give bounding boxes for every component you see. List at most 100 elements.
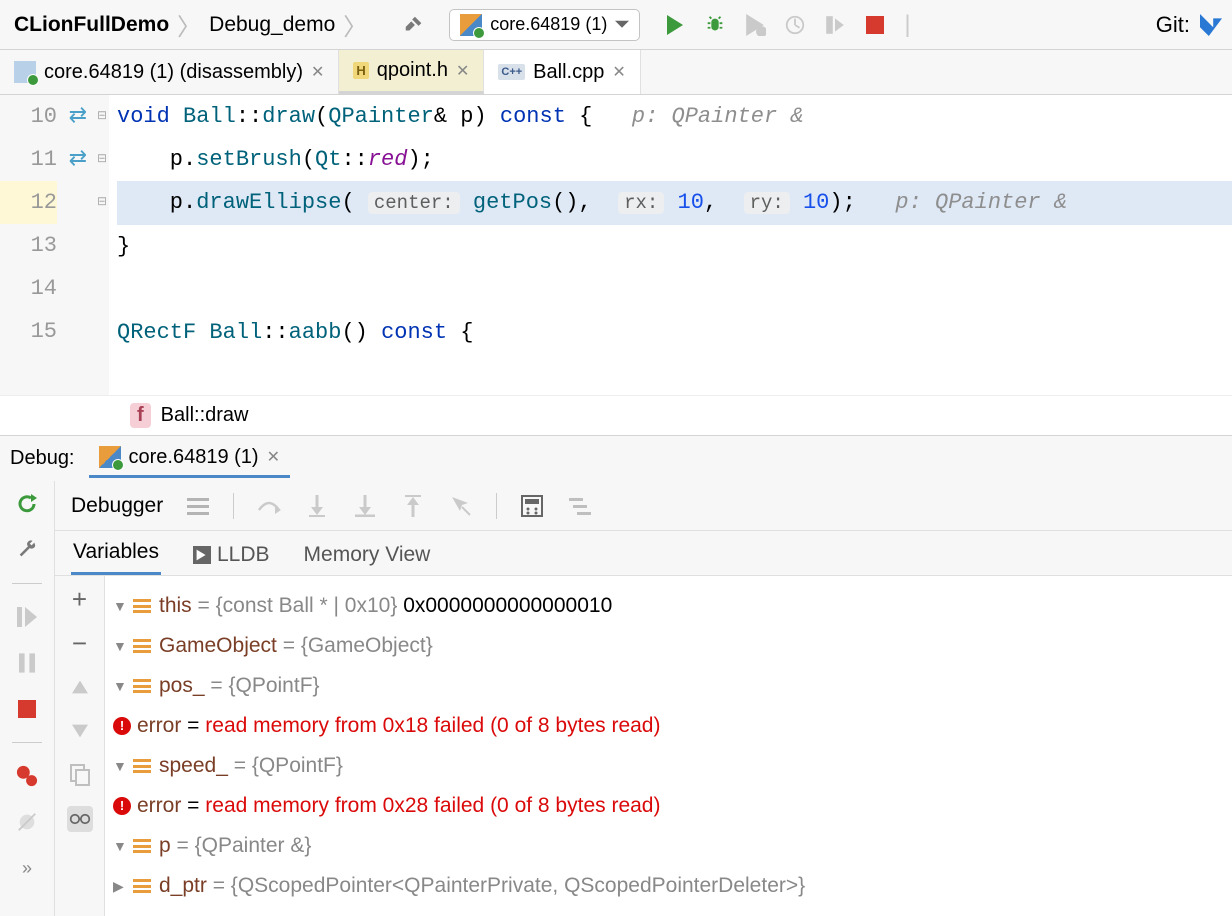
code-lines: void Ball::draw(QPainter& p) const { p: …: [109, 95, 1232, 395]
attach-icon[interactable]: [824, 14, 846, 36]
subtab-lldb[interactable]: LLDB: [191, 535, 272, 575]
fold-icon[interactable]: ⊟: [95, 138, 109, 181]
var-pos[interactable]: ▼ pos_ = {QPointF}: [113, 666, 1224, 706]
pause-icon[interactable]: [14, 650, 40, 676]
git-section: Git:: [1156, 12, 1222, 38]
close-icon[interactable]: ✕: [267, 447, 280, 467]
var-p[interactable]: ▼ p = {QPainter &}: [113, 826, 1224, 866]
run-toolbar: |: [664, 11, 910, 39]
tab-label: qpoint.h: [377, 59, 448, 82]
var-pos-error[interactable]: !error = read memory from 0x18 failed (0…: [113, 706, 1224, 746]
rerun-icon[interactable]: [14, 491, 40, 517]
separator: [496, 493, 497, 519]
remove-watch-icon[interactable]: −: [67, 630, 93, 656]
chevron-down-icon: [615, 18, 629, 32]
breadcrumb-item[interactable]: Debug_demo: [205, 11, 339, 39]
tab-ball-cpp[interactable]: C++ Ball.cpp ✕: [484, 50, 640, 94]
code-breadcrumb: f Ball::draw: [0, 395, 1232, 435]
core-dump-icon: [460, 14, 482, 36]
debug-subtabs: Variables LLDB Memory View: [55, 531, 1232, 576]
step-out-icon[interactable]: [400, 493, 426, 519]
var-speed-error[interactable]: !error = read memory from 0x28 failed (0…: [113, 786, 1224, 826]
add-watch-icon[interactable]: +: [67, 586, 93, 612]
subtab-memory[interactable]: Memory View: [302, 535, 433, 575]
debug-rail: »: [0, 481, 55, 916]
separator: [12, 583, 42, 584]
var-this[interactable]: ▼ this = {const Ball * | 0x10} 0x0000000…: [113, 586, 1224, 626]
separator: [233, 493, 234, 519]
chevron-down-icon[interactable]: ▼: [113, 666, 133, 706]
variables-panel: + − ▼ this = {const Ball * | 0x10} 0x000…: [55, 576, 1232, 916]
coverage-icon[interactable]: [744, 14, 766, 36]
copy-icon[interactable]: [67, 762, 93, 788]
cpp-file-icon: C++: [498, 64, 525, 80]
debug-session-tab[interactable]: core.64819 (1) ✕: [89, 440, 290, 478]
threads-icon[interactable]: [185, 493, 211, 519]
editor[interactable]: 10 11 12 13 14 15 ⇄ ⇄ ⊟ ⊟ ⊟ void Ball::d…: [0, 95, 1232, 395]
breadcrumb-fn[interactable]: Ball::draw: [161, 404, 249, 427]
tab-label: Ball.cpp: [533, 61, 604, 84]
breadcrumb-root[interactable]: CLionFullDemo: [10, 11, 173, 39]
debug-toolbar: Debugger: [55, 481, 1232, 531]
binary-file-icon: [14, 61, 36, 83]
gutter: 10 11 12 13 14 15 ⇄ ⇄: [0, 95, 95, 395]
header-file-icon: H: [353, 62, 368, 79]
git-label: Git:: [1156, 12, 1190, 38]
run-icon[interactable]: [664, 14, 686, 36]
run-config-dropdown[interactable]: core.64819 (1): [449, 9, 640, 41]
var-gameobject[interactable]: ▼ GameObject = {GameObject}: [113, 626, 1224, 666]
more-icon[interactable]: »: [14, 855, 40, 881]
close-icon[interactable]: ✕: [456, 61, 469, 81]
debug-bug-icon[interactable]: [704, 14, 726, 36]
console-run-icon: [193, 546, 211, 564]
settings-wrench-icon[interactable]: [14, 537, 40, 563]
force-step-into-icon[interactable]: [352, 493, 378, 519]
session-label: core.64819 (1): [129, 446, 259, 469]
function-badge-icon: f: [130, 403, 151, 428]
fold-icon[interactable]: ⊟: [95, 181, 109, 224]
run-to-cursor-icon[interactable]: [448, 493, 474, 519]
chevron-right-icon[interactable]: ▶: [113, 866, 133, 906]
chevron-down-icon[interactable]: ▼: [113, 586, 133, 626]
var-speed[interactable]: ▼ speed_ = {QPointF}: [113, 746, 1224, 786]
move-up-icon[interactable]: [67, 674, 93, 700]
close-icon[interactable]: ✕: [612, 62, 625, 82]
chevron-down-icon[interactable]: ▼: [113, 626, 133, 666]
fold-column: ⊟ ⊟ ⊟: [95, 95, 109, 395]
build-hammer-icon[interactable]: [403, 14, 425, 36]
git-pull-icon[interactable]: [1200, 14, 1222, 36]
separator: |: [904, 11, 910, 39]
move-down-icon[interactable]: [67, 718, 93, 744]
chevron-down-icon[interactable]: ▼: [113, 746, 133, 786]
var-dptr[interactable]: ▶ d_ptr = {QScopedPointer<QPainterPrivat…: [113, 866, 1224, 906]
close-icon[interactable]: ✕: [311, 62, 324, 82]
error-icon: !: [113, 797, 131, 815]
resume-icon[interactable]: [14, 604, 40, 630]
breakpoints-icon[interactable]: [14, 763, 40, 789]
line-number: 13: [0, 224, 57, 267]
file-tabs: core.64819 (1) (disassembly) ✕ H qpoint.…: [0, 50, 1232, 95]
mute-breakpoints-icon[interactable]: [14, 809, 40, 835]
debug-label: Debug:: [10, 447, 75, 470]
breadcrumb: CLionFullDemo 〉 Debug_demo 〉: [10, 7, 369, 42]
tab-label: core.64819 (1) (disassembly): [44, 61, 303, 84]
line-number: 10: [0, 95, 57, 138]
profile-icon[interactable]: [784, 14, 806, 36]
variables-tree[interactable]: ▼ this = {const Ball * | 0x10} 0x0000000…: [105, 576, 1232, 916]
tab-disassembly[interactable]: core.64819 (1) (disassembly) ✕: [0, 50, 339, 94]
core-dump-icon: [99, 446, 121, 468]
fold-icon[interactable]: ⊟: [95, 95, 109, 138]
evaluate-icon[interactable]: [519, 493, 545, 519]
chevron-right-icon: 〉: [343, 7, 367, 42]
chevron-down-icon[interactable]: ▼: [113, 826, 133, 866]
watches-icon[interactable]: [67, 806, 93, 832]
step-over-icon[interactable]: [256, 493, 282, 519]
tab-qpoint[interactable]: H qpoint.h ✕: [339, 50, 484, 94]
stop-icon[interactable]: [14, 696, 40, 722]
trace-icon[interactable]: [567, 493, 593, 519]
subtab-variables[interactable]: Variables: [71, 532, 161, 575]
debug-header: Debug: core.64819 (1) ✕: [0, 436, 1232, 481]
stop-icon[interactable]: [864, 14, 886, 36]
step-into-icon[interactable]: [304, 493, 330, 519]
variables-rail: + −: [55, 576, 105, 916]
